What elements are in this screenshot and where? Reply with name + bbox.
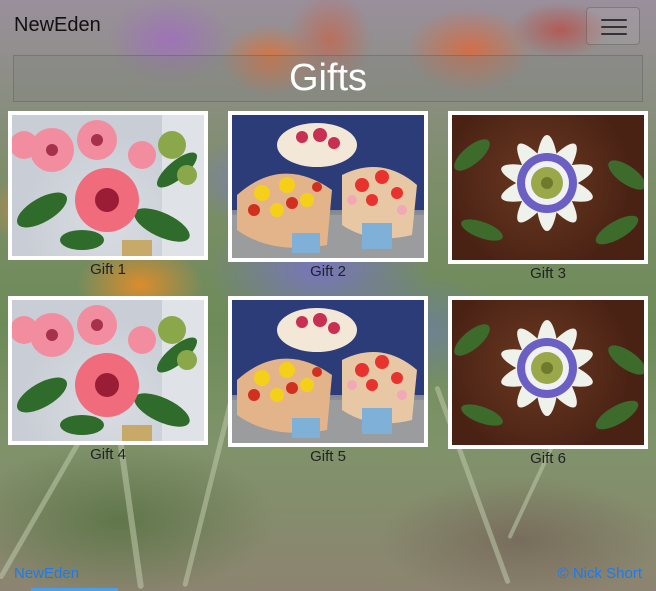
gift-image-frame — [228, 296, 428, 447]
gift-caption: Gift 6 — [530, 450, 566, 467]
gift-card[interactable]: Gift 6 — [448, 296, 648, 467]
hamburger-icon-line — [601, 26, 627, 28]
gift-image[interactable] — [452, 300, 644, 445]
gift-image-frame — [228, 111, 428, 262]
gift-image[interactable] — [452, 115, 644, 260]
footer-brand-link[interactable]: NewEden — [14, 565, 79, 582]
gift-caption: Gift 5 — [310, 448, 346, 465]
gift-image[interactable] — [12, 115, 204, 256]
gift-image-frame — [8, 296, 208, 445]
gift-image-frame — [8, 111, 208, 260]
gift-caption: Gift 1 — [90, 261, 126, 278]
footer-copyright: © Nick Short — [557, 565, 642, 582]
gift-card[interactable]: Gift 3 — [448, 111, 648, 282]
brand-link[interactable]: NewEden — [14, 14, 101, 37]
gift-image-frame — [448, 296, 648, 449]
gift-caption: Gift 4 — [90, 446, 126, 463]
gift-image-frame — [448, 111, 648, 264]
navbar: NewEden — [0, 0, 656, 52]
gift-card[interactable]: Gift 4 — [8, 296, 208, 463]
gift-image[interactable] — [232, 115, 424, 258]
gift-image[interactable] — [12, 300, 204, 441]
page-title: Gifts — [13, 55, 643, 102]
gift-card[interactable]: Gift 5 — [228, 296, 428, 465]
gift-card[interactable]: Gift 1 — [8, 111, 208, 278]
gift-caption: Gift 3 — [530, 265, 566, 282]
gift-caption: Gift 2 — [310, 263, 346, 280]
hamburger-icon-line — [601, 33, 627, 35]
gift-card[interactable]: Gift 2 — [228, 111, 428, 280]
navbar-toggle-button[interactable] — [586, 7, 640, 45]
gift-image[interactable] — [232, 300, 424, 443]
hamburger-icon — [601, 19, 627, 21]
